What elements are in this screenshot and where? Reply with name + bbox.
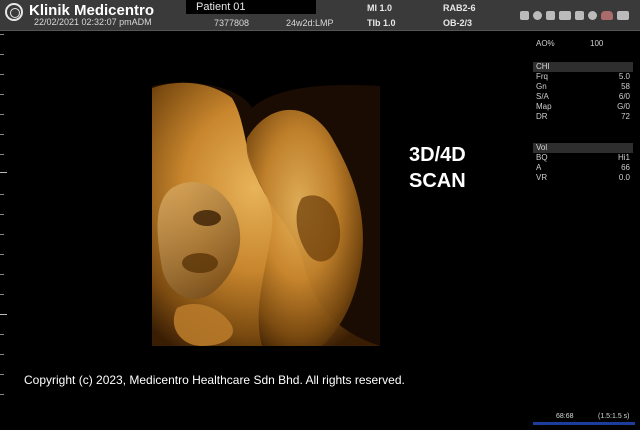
top-status-bar: Klinik Medicentro 22/02/2021 02:32:07 pm… [0,0,640,31]
cine-frames: 68:68 [556,413,574,420]
chi-parameter-panel: CHI Frq 5.0 Gn 58 S/A 6/0 Map G/0 DR 72 [533,62,633,122]
ge-logo-icon [5,3,23,21]
param-row-vr: VR 0.0 [536,173,630,182]
vol-parameter-panel: Vol BQ Hi1 A 66 VR 0.0 [533,143,633,183]
system-status-icons [520,8,629,22]
preset-name: OB-2/3 [443,18,473,28]
param-row-dr: DR 72 [536,112,630,121]
wifi-icon [546,10,555,20]
thermal-index: TIb 1.0 [367,18,396,28]
ao-label: AO% [536,39,555,48]
vol-panel-title: Vol [533,143,633,153]
printer-icon [575,10,584,20]
cloud-icon [601,10,613,20]
probe-name: RAB2-6 [443,3,476,13]
param-row-sa: S/A 6/0 [536,92,630,101]
network-icon [559,10,571,20]
ao-value: 100 [590,39,604,48]
battery-icon [617,10,629,20]
scan-mode-line1: 3D/4D [409,144,466,166]
param-row-frq: Frq 5.0 [536,72,630,81]
fetal-3d-render [152,78,380,346]
cine-progress-bar[interactable] [533,422,635,425]
exam-datetime: 22/02/2021 02:32:07 pmADM [34,17,152,27]
usb-icon [533,10,542,20]
mechanical-index: MI 1.0 [367,3,393,13]
scan-mode-line2: SCAN [409,170,466,192]
copyright-notice: Copyright (c) 2023, Medicentro Healthcar… [24,373,405,387]
param-row-a: A 66 [536,163,630,172]
patient-id: 7377808 [214,18,250,28]
patient-name: Patient 01 [196,1,246,13]
scan-mode-label: 3D/4D SCAN [409,142,466,194]
disk-icon [588,10,597,20]
param-row-bq: BQ Hi1 [536,153,630,162]
cine-rate: (1.5:1.5 s) [598,413,630,420]
depth-scale [0,34,8,414]
param-row-gn: Gn 58 [536,82,630,91]
chi-panel-title: CHI [533,62,633,72]
lock-icon [520,10,529,20]
cine-loop-bar[interactable]: 68:68 (1.5:1.5 s) [530,411,640,426]
param-row-map: Map G/0 [536,102,630,111]
gestational-age: 24w2d:LMP [286,18,334,28]
